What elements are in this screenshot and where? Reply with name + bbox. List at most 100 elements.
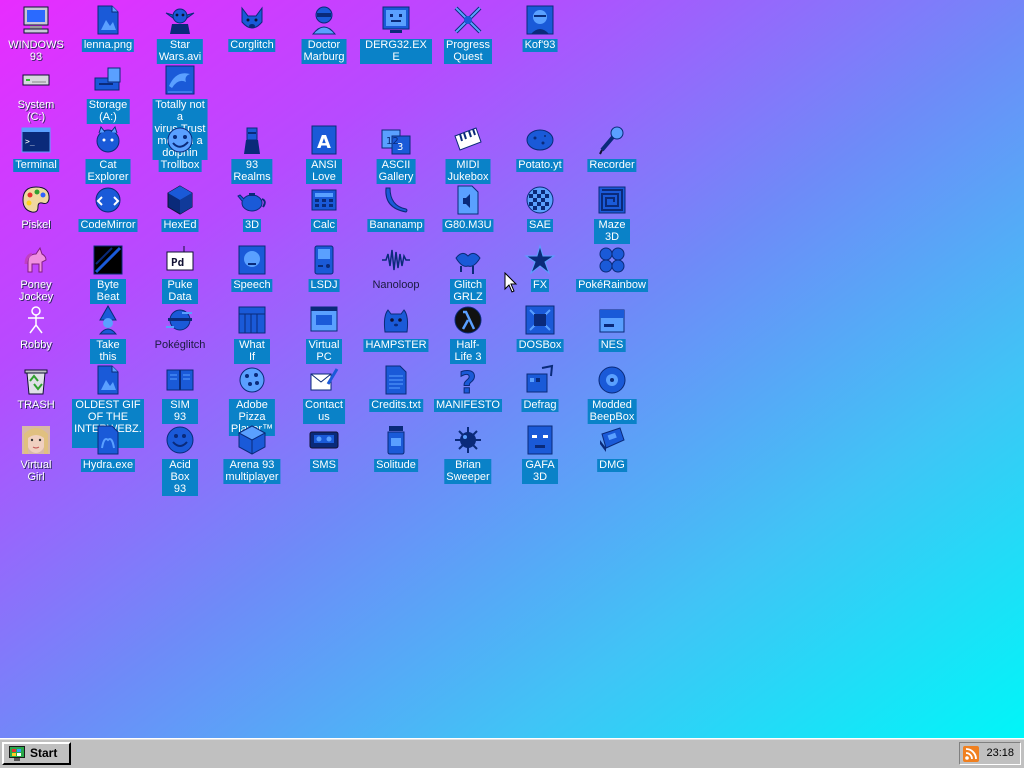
desktop-icon-piskel[interactable]: Piskel xyxy=(0,180,72,240)
desktop-icon-trollbox[interactable]: Trollbox xyxy=(144,120,216,180)
star-burst-icon xyxy=(524,244,556,276)
desktop-icon-label: TRASH xyxy=(17,399,55,411)
desktop-icon-derg32[interactable]: DERG32.EXE xyxy=(360,0,432,64)
image-file-icon xyxy=(92,4,124,36)
desktop-icon-maze3d[interactable]: Maze 3D xyxy=(576,180,648,244)
desktop-icon-bananamp[interactable]: Bananamp xyxy=(360,180,432,240)
desktop-icon-robby[interactable]: Robby xyxy=(0,300,72,360)
desktop-icon-hydra[interactable]: Hydra.exe xyxy=(72,420,144,480)
desktop-icon-fx[interactable]: FX xyxy=(504,240,576,300)
desktop-icon-beepbox[interactable]: Modded BeepBox xyxy=(576,360,648,424)
desktop-icon-catexplorer[interactable]: Cat Explorer xyxy=(72,120,144,184)
desktop-icon-system[interactable]: System (C:) xyxy=(0,60,72,123)
rss-feed-icon[interactable] xyxy=(963,746,979,762)
desktop-icon-g80m3u[interactable]: G80.M3U xyxy=(432,180,504,240)
microphone-icon xyxy=(596,124,628,156)
desktop-icon-sae[interactable]: SAE xyxy=(504,180,576,240)
desktop-icon-briansweeper[interactable]: Brian Sweeper xyxy=(432,420,504,484)
desktop-icon-bytebeat[interactable]: Byte Beat xyxy=(72,240,144,304)
desktop-icon-progressquest[interactable]: Progress Quest xyxy=(432,0,504,64)
desktop-icon-label: Piskel xyxy=(21,219,51,231)
desktop-icon-93realms[interactable]: 93 Realms xyxy=(216,120,288,184)
desktop-icon-trash[interactable]: TRASH xyxy=(0,360,72,420)
desktop-icon-label: Defrag xyxy=(521,399,559,412)
desktop-icon-label: 3D xyxy=(242,219,262,232)
desktop-icon-sms[interactable]: SMS xyxy=(288,420,360,480)
desktop-icon-arena93[interactable]: Arena 93 multiplayer xyxy=(216,420,288,484)
dosbox-icon xyxy=(524,304,556,336)
desktop-icon-label: Progress Quest xyxy=(443,39,493,64)
desktop-icon-speech[interactable]: Speech xyxy=(216,240,288,300)
desktop-icon-poneyjockey[interactable]: Poney Jockey xyxy=(0,240,72,303)
desktop-icon-hexed[interactable]: HexEd xyxy=(144,180,216,240)
desktop-icon-starwars[interactable]: Star Wars.avi xyxy=(144,0,216,64)
desktop-icon-virtualgirl[interactable]: Virtual Girl xyxy=(0,420,72,483)
desktop-icon-hampster[interactable]: HAMPSTER xyxy=(360,300,432,360)
desktop-icon-3d[interactable]: 3D xyxy=(216,180,288,240)
desktop-icon-terminal[interactable]: >_ Terminal xyxy=(0,120,72,180)
desktop-icon-recorder[interactable]: Recorder xyxy=(576,120,648,180)
desktop-icon-dosbox[interactable]: DOSBox xyxy=(504,300,576,360)
desktop-icon-pokeglitch[interactable]: Pokéglitch xyxy=(144,300,216,360)
pd-patch-icon: Pd xyxy=(164,244,196,276)
desktop-icon-marburg[interactable]: Doctor Marburg xyxy=(288,0,360,64)
desktop-icon-corglitch[interactable]: Corglitch xyxy=(216,0,288,60)
desktop-icon-lsdj[interactable]: LSDJ xyxy=(288,240,360,300)
desktop-icon-label: FX xyxy=(530,279,550,292)
desktop[interactable]: WINDOWS 93 lenna.png Star Wars.avi Corglitc… xyxy=(0,0,1024,738)
girl-face-icon xyxy=(20,424,52,456)
banana-icon xyxy=(380,184,412,216)
desktop-icon-halflife3[interactable]: Half-Life 3 xyxy=(432,300,504,364)
pokemon-group-icon xyxy=(596,244,628,276)
gameboy-icon xyxy=(308,244,340,276)
glitch-lips-icon xyxy=(452,244,484,276)
desktop-icon-label: Solitude xyxy=(374,459,418,472)
desktop-icon-acidbox[interactable]: Acid Box 93 xyxy=(144,420,216,496)
desktop-icon-lenna[interactable]: lenna.png xyxy=(72,0,144,60)
desktop-icon-potato[interactable]: Potato.yt xyxy=(504,120,576,180)
desktop-icon-whatif[interactable]: What If xyxy=(216,300,288,364)
desktop-icon-nanoloop[interactable]: Nanoloop xyxy=(360,240,432,300)
start-button[interactable]: Start xyxy=(2,742,71,765)
byte-beat-icon xyxy=(92,244,124,276)
desktop-icon-calc[interactable]: Calc xyxy=(288,180,360,240)
desktop-icon-label: Hydra.exe xyxy=(80,459,136,472)
desktop-icon-adobepizza[interactable]: Adobe Pizza Player™ xyxy=(216,360,288,436)
desktop-icon-contactus[interactable]: Contact us xyxy=(288,360,360,424)
desktop-icon-midijukebox[interactable]: MIDI Jukebox xyxy=(432,120,504,184)
yoda-icon xyxy=(164,4,196,36)
desktop-icon-pukedata[interactable]: Pd Puke Data xyxy=(144,240,216,304)
desktop-icon-manifesto[interactable]: ? MANIFESTO xyxy=(432,360,504,420)
desktop-icon-label: Calc xyxy=(310,219,338,232)
desktop-icon-storage[interactable]: Storage (A:) xyxy=(72,60,144,124)
desktop-icon-pokerainbow[interactable]: PokéRainbow xyxy=(576,240,648,300)
desktop-icon-dmg[interactable]: DMG xyxy=(576,420,648,480)
desktop-icon-dolphin[interactable]: Totally not a virus.Trust me...im a dolp… xyxy=(144,60,216,160)
desktop-icon-asciigallery[interactable]: 12 3 ASCII Gallery xyxy=(360,120,432,184)
desktop-icon-credits[interactable]: Credits.txt xyxy=(360,360,432,420)
desktop-icon-oldestgif[interactable]: OLDEST GIF OF THE INTERWEBZ.gif xyxy=(72,360,144,448)
desktop-icon-label: Credits.txt xyxy=(369,399,423,412)
desktop-icon-takethis[interactable]: Take this xyxy=(72,300,144,364)
desktop-icon-glitchgrlz[interactable]: Glitch GRLZ xyxy=(432,240,504,304)
smiley-icon xyxy=(164,424,196,456)
desktop-icon-codemirror[interactable]: CodeMirror xyxy=(72,180,144,240)
desktop-icon-label: HAMPSTER xyxy=(363,339,429,352)
desktop-icon-virtualpc[interactable]: Virtual PC xyxy=(288,300,360,364)
desktop-icon-gafa3d[interactable]: GAFA 3D xyxy=(504,420,576,484)
desktop-icon-windows93[interactable]: WINDOWS 93 xyxy=(0,0,72,63)
corgi-icon xyxy=(236,4,268,36)
desktop-icon-defrag[interactable]: Defrag xyxy=(504,360,576,420)
defrag-icon xyxy=(524,364,556,396)
clock: 23:18 xyxy=(986,747,1014,759)
desktop-icon-nes[interactable]: NES xyxy=(576,300,648,360)
desktop-icon-label: SMS xyxy=(310,459,338,472)
stick-figure-icon xyxy=(20,304,52,336)
teapot-icon xyxy=(236,184,268,216)
desktop-icon-kof93[interactable]: Kof'93 xyxy=(504,0,576,60)
desktop-icon-solitude[interactable]: Solitude xyxy=(360,420,432,480)
desktop-icon-ansilove[interactable]: A ANSI Love xyxy=(288,120,360,184)
desktop-icon-label: MANIFESTO xyxy=(434,399,502,412)
desktop-icon-sim93[interactable]: SIM 93 xyxy=(144,360,216,424)
grid-window-icon xyxy=(236,304,268,336)
